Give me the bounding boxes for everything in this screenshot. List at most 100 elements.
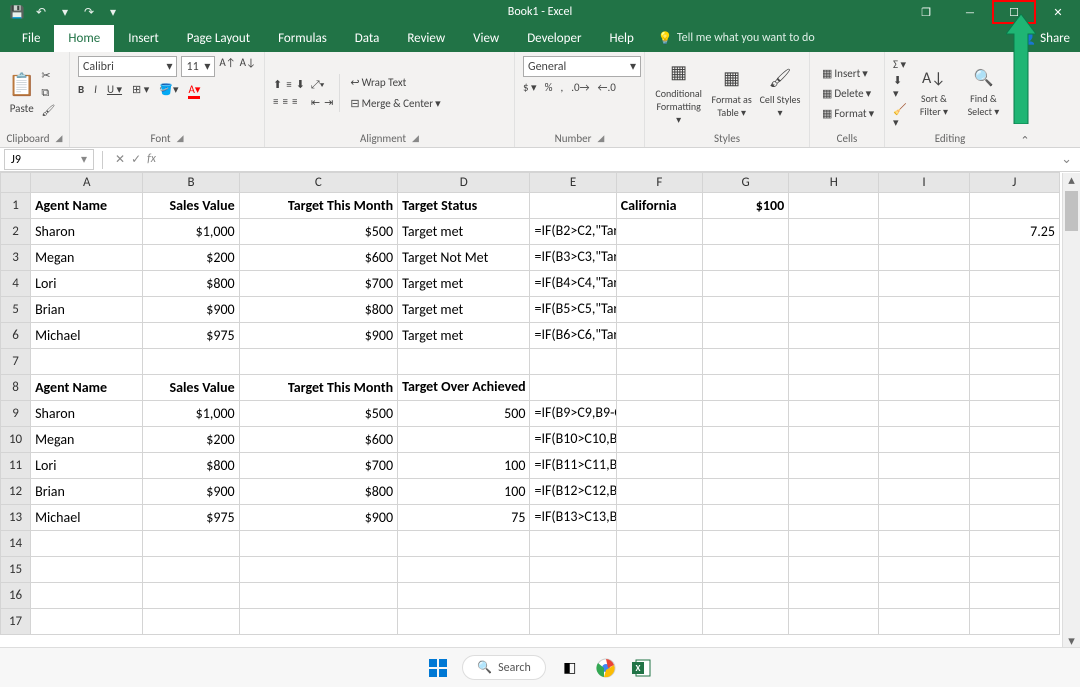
cell-B7[interactable] [143,349,239,375]
cell-styles-button[interactable]: 🖌Cell Styles ▾ [759,67,801,119]
cell-A10[interactable]: Megan [31,427,143,453]
cell-B3[interactable]: $200 [143,245,239,271]
font-size-dropdown[interactable]: 11▾ [181,56,215,77]
cell-F1[interactable]: California [616,193,702,219]
cell-B10[interactable]: $200 [143,427,239,453]
cell-G1[interactable]: $100 [702,193,788,219]
paste-icon[interactable]: 📋 [8,71,35,98]
task-view-icon[interactable]: ◧ [558,656,582,680]
column-header-H[interactable]: H [789,173,879,193]
align-right-icon[interactable]: ≡ [292,95,297,108]
tell-me-box[interactable]: 💡 Tell me what you want to do [658,31,815,46]
cut-icon[interactable]: ✂ [41,69,55,82]
cell-I11[interactable] [879,453,969,479]
row-header-14[interactable]: 14 [1,531,31,557]
cell-E4[interactable]: =IF(B4>C4,"Target met","Target Not Met") [530,271,616,297]
delete-cells-button[interactable]: ▦ Delete ▾ [818,85,878,102]
cell-D16[interactable] [398,583,530,609]
cell-I12[interactable] [879,479,969,505]
underline-button[interactable]: U ▾ [107,83,122,99]
cell-D7[interactable] [398,349,530,375]
row-header-6[interactable]: 6 [1,323,31,349]
fill-icon[interactable]: ⬇ ▾ [893,74,908,100]
undo-icon[interactable]: ↶ [32,3,50,21]
cell-E15[interactable] [530,557,616,583]
cell-J8[interactable] [969,375,1059,401]
cell-H7[interactable] [789,349,879,375]
cell-J2[interactable]: 7.25 [969,219,1059,245]
cell-D10[interactable] [398,427,530,453]
font-name-dropdown[interactable]: Calibri▾ [78,56,177,77]
cell-H2[interactable] [789,219,879,245]
cell-F13[interactable] [616,505,702,531]
cell-E6[interactable]: =IF(B6>C6,"Target met","Target Not Met") [530,323,616,349]
cell-A7[interactable] [31,349,143,375]
cell-A8[interactable]: Agent Name [31,375,143,401]
dialog-launcher-icon[interactable]: ◢ [597,133,604,144]
cell-G10[interactable] [702,427,788,453]
cell-H3[interactable] [789,245,879,271]
cell-A12[interactable]: Brian [31,479,143,505]
cell-C15[interactable] [239,557,397,583]
cell-A2[interactable]: Sharon [31,219,143,245]
close-button[interactable]: ✕ [1036,0,1080,24]
cell-D14[interactable] [398,531,530,557]
cell-H8[interactable] [789,375,879,401]
cell-I5[interactable] [879,297,969,323]
dialog-launcher-icon[interactable]: ◢ [177,133,184,144]
row-header-15[interactable]: 15 [1,557,31,583]
cell-F3[interactable] [616,245,702,271]
copy-icon[interactable]: ⧉ [41,86,55,100]
cell-G16[interactable] [702,583,788,609]
cell-B14[interactable] [143,531,239,557]
cell-G6[interactable] [702,323,788,349]
cell-E8[interactable] [530,375,616,401]
cell-C9[interactable]: $500 [239,401,397,427]
column-header-A[interactable]: A [31,173,143,193]
cell-H1[interactable] [789,193,879,219]
cell-B6[interactable]: $975 [143,323,239,349]
accounting-format-icon[interactable]: $ ▾ [523,81,537,94]
name-box[interactable]: J9▾ [4,149,94,170]
cell-I10[interactable] [879,427,969,453]
cell-G14[interactable] [702,531,788,557]
cell-C6[interactable]: $900 [239,323,397,349]
cell-D3[interactable]: Target Not Met [398,245,530,271]
scroll-up-icon[interactable]: ▴ [1063,173,1080,188]
cell-J17[interactable] [969,609,1059,635]
cell-J13[interactable] [969,505,1059,531]
align-middle-icon[interactable]: ≡ [286,78,291,91]
cell-E13[interactable]: =IF(B13>C13,B13-C13,"") [530,505,616,531]
cell-I1[interactable] [879,193,969,219]
cell-J16[interactable] [969,583,1059,609]
chrome-icon[interactable] [594,656,618,680]
cell-H15[interactable] [789,557,879,583]
taskbar-search[interactable]: 🔍Search [462,655,546,680]
cell-I17[interactable] [879,609,969,635]
cell-J1[interactable] [969,193,1059,219]
tab-developer[interactable]: Developer [513,25,595,52]
cell-B12[interactable]: $900 [143,479,239,505]
column-header-B[interactable]: B [143,173,239,193]
tab-insert[interactable]: Insert [114,25,173,52]
cell-I3[interactable] [879,245,969,271]
cell-E10[interactable]: =IF(B10>C10,B10-C10,"") [530,427,616,453]
undo-dropdown-icon[interactable]: ▾ [56,3,74,21]
cell-H16[interactable] [789,583,879,609]
cell-D15[interactable] [398,557,530,583]
cell-G15[interactable] [702,557,788,583]
cell-H17[interactable] [789,609,879,635]
cell-E7[interactable] [530,349,616,375]
cell-G17[interactable] [702,609,788,635]
cell-G11[interactable] [702,453,788,479]
cell-H9[interactable] [789,401,879,427]
cell-A5[interactable]: Brian [31,297,143,323]
cell-E12[interactable]: =IF(B12>C12,B12-C12,"") [530,479,616,505]
cell-C7[interactable] [239,349,397,375]
cell-G2[interactable] [702,219,788,245]
cell-F6[interactable] [616,323,702,349]
cell-D13[interactable]: 75 [398,505,530,531]
save-icon[interactable]: 💾 [8,3,26,21]
cell-J9[interactable] [969,401,1059,427]
cell-A3[interactable]: Megan [31,245,143,271]
